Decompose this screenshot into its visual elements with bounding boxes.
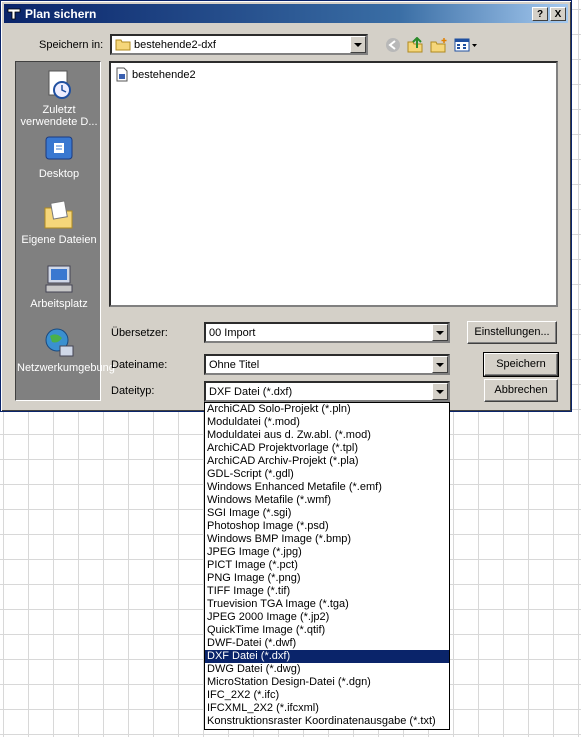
filetype-option[interactable]: MicroStation Design-Datei (*.dgn) bbox=[205, 676, 449, 689]
filetype-option[interactable]: Windows Enhanced Metafile (*.emf) bbox=[205, 481, 449, 494]
list-item[interactable]: bestehende2 bbox=[115, 67, 196, 82]
translator-dropdown[interactable]: 00 Import bbox=[204, 322, 450, 343]
filetype-option[interactable]: Truevision TGA Image (*.tga) bbox=[205, 598, 449, 611]
save-button[interactable]: Speichern bbox=[483, 352, 559, 377]
place-recent-label: Zuletzt verwendete D... bbox=[20, 104, 98, 128]
filename-label: Dateiname: bbox=[111, 359, 168, 371]
chevron-down-icon[interactable] bbox=[432, 356, 448, 373]
filetype-option[interactable]: Konstruktionsraster Koordinatenausgabe (… bbox=[205, 715, 449, 728]
place-network-label: Netzwerkumgebung bbox=[17, 362, 115, 374]
filetype-option[interactable]: PICT Image (*.pct) bbox=[205, 559, 449, 572]
filetype-option[interactable]: SGI Image (*.sgi) bbox=[205, 507, 449, 520]
desktop-icon bbox=[45, 136, 73, 160]
new-folder-icon bbox=[430, 38, 447, 53]
close-button[interactable]: X bbox=[550, 6, 566, 21]
chevron-down-icon[interactable] bbox=[350, 36, 366, 53]
place-my-computer[interactable]: Arbeitsplatz bbox=[16, 262, 102, 310]
filetype-option[interactable]: QuickTime Image (*.qtif) bbox=[205, 624, 449, 637]
filetype-options-list[interactable]: ArchiCAD Solo-Projekt (*.pln) Moduldatei … bbox=[204, 402, 450, 730]
cancel-button[interactable]: Abbrechen bbox=[484, 379, 558, 402]
network-icon bbox=[45, 328, 74, 357]
filetype-option[interactable]: DWG Datei (*.dwg) bbox=[205, 663, 449, 676]
translator-label: Übersetzer: bbox=[111, 327, 168, 339]
place-desktop[interactable]: Desktop bbox=[16, 132, 102, 180]
file-list[interactable]: bestehende2 bbox=[109, 61, 558, 307]
back-arrow-icon bbox=[386, 38, 400, 52]
place-desktop-label: Desktop bbox=[38, 168, 80, 180]
places-bar: Zuletzt verwendete D... Desktop Eigene D… bbox=[15, 61, 115, 401]
filetype-option[interactable]: JPEG Image (*.jpg) bbox=[205, 546, 449, 559]
place-network[interactable]: Netzwerkumgebung bbox=[16, 326, 115, 374]
filetype-option[interactable]: JPEG 2000 Image (*.jp2) bbox=[205, 611, 449, 624]
chevron-down-icon[interactable] bbox=[432, 324, 448, 341]
filetype-option[interactable]: Moduldatei (*.mod) bbox=[205, 416, 449, 429]
filetype-option[interactable]: Moduldatei aus d. Zw.abl. (*.mod) bbox=[205, 429, 449, 442]
up-folder-icon bbox=[407, 37, 423, 53]
filetype-option[interactable]: ArchiCAD Archiv-Projekt (*.pla) bbox=[205, 455, 449, 468]
chevron-down-icon[interactable] bbox=[432, 383, 448, 400]
translator-value: 00 Import bbox=[209, 326, 256, 339]
place-my-documents[interactable]: Eigene Dateien bbox=[16, 198, 102, 246]
help-button[interactable]: ? bbox=[532, 6, 548, 21]
filetype-label: Dateityp: bbox=[111, 385, 155, 397]
filetype-option[interactable]: DXF Datei (*.dxf) bbox=[205, 650, 449, 663]
filename-value[interactable]: Ohne Titel bbox=[206, 359, 432, 371]
filetype-option[interactable]: ArchiCAD Projektvorlage (*.tpl) bbox=[205, 442, 449, 455]
filetype-option[interactable]: GDL-Script (*.gdl) bbox=[205, 468, 449, 481]
my-documents-icon bbox=[44, 200, 73, 229]
settings-button[interactable]: Einstellungen... bbox=[467, 321, 557, 344]
filetype-option[interactable]: PNG Image (*.png) bbox=[205, 572, 449, 585]
back-button[interactable] bbox=[382, 35, 404, 55]
filename-input[interactable]: Ohne Titel bbox=[204, 354, 450, 375]
filetype-option[interactable]: Photoshop Image (*.psd) bbox=[205, 520, 449, 533]
filetype-option[interactable]: IFCXML_2X2 (*.ifcxml) bbox=[205, 702, 449, 715]
folder-icon bbox=[115, 38, 131, 51]
archicad-app-icon bbox=[6, 6, 22, 22]
dialog-title: Plan sichern bbox=[25, 6, 97, 21]
filetype-option[interactable]: DWF-Datei (*.dwf) bbox=[205, 637, 449, 650]
place-my-computer-label: Arbeitsplatz bbox=[30, 298, 88, 310]
filetype-option[interactable]: IFC_2X2 (*.ifc) bbox=[205, 689, 449, 702]
filetype-dropdown[interactable]: DXF Datei (*.dxf) bbox=[204, 381, 450, 402]
place-recent[interactable]: Zuletzt verwendete D... bbox=[16, 68, 102, 128]
filetype-option[interactable]: ArchiCAD Solo-Projekt (*.pln) bbox=[205, 403, 449, 416]
new-folder-button[interactable] bbox=[428, 35, 450, 55]
recent-documents-icon bbox=[48, 70, 71, 99]
save-in-dropdown[interactable]: bestehende2-dxf bbox=[110, 34, 368, 55]
place-my-documents-label: Eigene Dateien bbox=[21, 234, 97, 246]
view-menu-icon bbox=[454, 38, 477, 52]
save-in-label: Speichern in: bbox=[39, 39, 104, 51]
title-bar[interactable]: Plan sichern ? X bbox=[4, 4, 568, 23]
file-name: bestehende2 bbox=[132, 68, 196, 81]
filetype-value: DXF Datei (*.dxf) bbox=[209, 385, 293, 398]
up-folder-button[interactable] bbox=[405, 35, 427, 55]
save-dialog: Plan sichern ? X Speichern in: bestehend… bbox=[0, 0, 572, 412]
my-computer-icon bbox=[45, 265, 73, 293]
filetype-option[interactable]: Windows BMP Image (*.bmp) bbox=[205, 533, 449, 546]
filetype-option[interactable]: TIFF Image (*.tif) bbox=[205, 585, 449, 598]
view-menu-button[interactable] bbox=[453, 35, 479, 55]
document-icon bbox=[116, 67, 128, 82]
filetype-option[interactable]: Windows Metafile (*.wmf) bbox=[205, 494, 449, 507]
save-in-value: bestehende2-dxf bbox=[134, 38, 216, 51]
